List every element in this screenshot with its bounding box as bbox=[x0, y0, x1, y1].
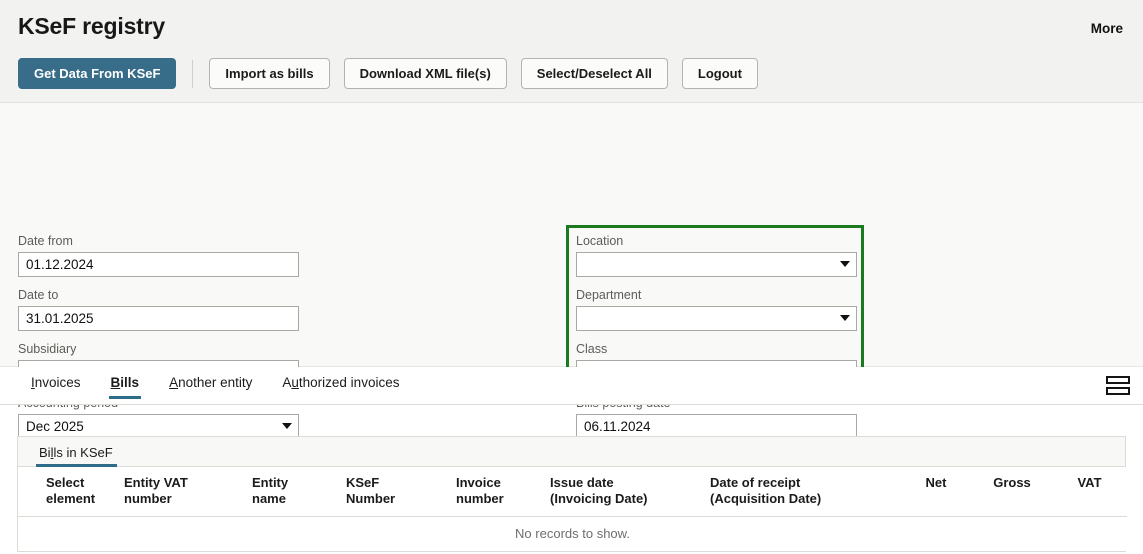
col-entity-vat-number[interactable]: Entity VAT number bbox=[118, 467, 246, 517]
department-select-wrap bbox=[576, 306, 857, 331]
ksef-registry-page: KSeF registry More Get Data From KSeF Im… bbox=[0, 0, 1143, 554]
col-line1: Entity bbox=[252, 475, 288, 490]
date-from-input[interactable] bbox=[18, 252, 299, 277]
main-tabstrip: Invoices Bills Another entity Authorized… bbox=[0, 367, 1143, 405]
col-line1: Gross bbox=[993, 475, 1031, 490]
col-line2: Number bbox=[346, 491, 395, 506]
field-location-label: Location bbox=[576, 234, 857, 249]
import-as-bills-button[interactable]: Import as bills bbox=[209, 58, 329, 89]
col-line2: name bbox=[252, 491, 286, 506]
tab-invoices-label: nvoices bbox=[35, 375, 81, 390]
col-invoice-number[interactable]: Invoice number bbox=[450, 467, 544, 517]
tab-authorized-invoices[interactable]: Authorized invoices bbox=[267, 375, 414, 398]
page-title: KSeF registry bbox=[18, 13, 165, 40]
col-vat[interactable]: VAT bbox=[1052, 467, 1127, 517]
table-layout-icon-bar bbox=[1106, 376, 1130, 384]
col-date-of-receipt[interactable]: Date of receipt (Acquisition Date) bbox=[704, 467, 900, 517]
tab-invoices[interactable]: Invoices bbox=[16, 375, 96, 398]
table-body: No records to show. bbox=[18, 517, 1127, 552]
logout-button[interactable]: Logout bbox=[682, 58, 758, 89]
panel-tab-rest: ls in KSeF bbox=[53, 445, 112, 460]
col-line1: Issue date bbox=[550, 475, 614, 490]
table-empty-row: No records to show. bbox=[18, 517, 1127, 552]
col-line1: Invoice bbox=[456, 475, 501, 490]
table-header-row: Select element Entity VAT number Entity … bbox=[18, 467, 1127, 517]
col-issue-date[interactable]: Issue date (Invoicing Date) bbox=[544, 467, 704, 517]
panel-tab-pre: Bi bbox=[39, 445, 51, 460]
panel-tablist: Bills in KSeF bbox=[18, 437, 1125, 467]
date-to-input[interactable] bbox=[18, 306, 299, 331]
action-toolbar: Get Data From KSeF Import as bills Downl… bbox=[18, 58, 758, 89]
col-select-element[interactable]: Select element bbox=[18, 467, 118, 517]
field-class-label: Class bbox=[576, 342, 857, 357]
location-select-wrap bbox=[576, 252, 857, 277]
field-date-to: Date to bbox=[18, 288, 299, 331]
field-date-from-label: Date from bbox=[18, 234, 299, 249]
field-department: Department bbox=[576, 288, 857, 331]
col-line2: (Acquisition Date) bbox=[710, 491, 821, 506]
tab-another-entity-label: nother entity bbox=[178, 375, 252, 390]
col-line2: (Invoicing Date) bbox=[550, 491, 648, 506]
more-link[interactable]: More bbox=[1091, 21, 1123, 36]
col-line1: Entity VAT bbox=[124, 475, 188, 490]
table-layout-icon[interactable] bbox=[1106, 374, 1130, 396]
col-line2: number bbox=[456, 491, 504, 506]
get-data-from-ksef-button[interactable]: Get Data From KSeF bbox=[18, 58, 176, 89]
field-subsidiary-label: Subsidiary bbox=[18, 342, 299, 357]
col-entity-name[interactable]: Entity name bbox=[246, 467, 340, 517]
field-date-from: Date from bbox=[18, 234, 299, 277]
bills-panel: Bills in KSeF Select element Entity VAT … bbox=[17, 436, 1126, 552]
tab-bills[interactable]: Bills bbox=[96, 375, 155, 398]
col-net[interactable]: Net bbox=[900, 467, 972, 517]
col-line1: Select bbox=[46, 475, 84, 490]
filter-form-area: Date from Date to Subsidiary Honey Holdi… bbox=[0, 103, 1143, 367]
col-gross[interactable]: Gross bbox=[972, 467, 1052, 517]
col-line1: VAT bbox=[1077, 475, 1101, 490]
col-line1: Net bbox=[926, 475, 947, 490]
table-layout-icon-bar bbox=[1106, 387, 1130, 395]
panel-tab-bills-in-ksef[interactable]: Bills in KSeF bbox=[34, 445, 127, 466]
page-header: KSeF registry More Get Data From KSeF Im… bbox=[0, 0, 1143, 103]
location-select[interactable] bbox=[576, 252, 857, 277]
toolbar-divider bbox=[192, 60, 193, 88]
empty-message: No records to show. bbox=[18, 517, 1127, 552]
col-line1: Date of receipt bbox=[710, 475, 800, 490]
tab-list: Invoices Bills Another entity Authorized… bbox=[16, 375, 414, 398]
tab-another-entity[interactable]: Another entity bbox=[154, 375, 267, 398]
bills-table: Select element Entity VAT number Entity … bbox=[18, 467, 1127, 551]
col-line2: element bbox=[46, 491, 95, 506]
field-date-to-label: Date to bbox=[18, 288, 299, 303]
col-line2: number bbox=[124, 491, 172, 506]
download-xml-files-button[interactable]: Download XML file(s) bbox=[344, 58, 507, 89]
tab-bills-label: ills bbox=[120, 375, 139, 390]
select-deselect-all-button[interactable]: Select/Deselect All bbox=[521, 58, 668, 89]
tab-authorized-invoices-label: thorized invoices bbox=[299, 375, 400, 390]
col-ksef-number[interactable]: KSeF Number bbox=[340, 467, 450, 517]
field-location: Location bbox=[576, 234, 857, 277]
department-select[interactable] bbox=[576, 306, 857, 331]
field-department-label: Department bbox=[576, 288, 857, 303]
col-line1: KSeF bbox=[346, 475, 379, 490]
